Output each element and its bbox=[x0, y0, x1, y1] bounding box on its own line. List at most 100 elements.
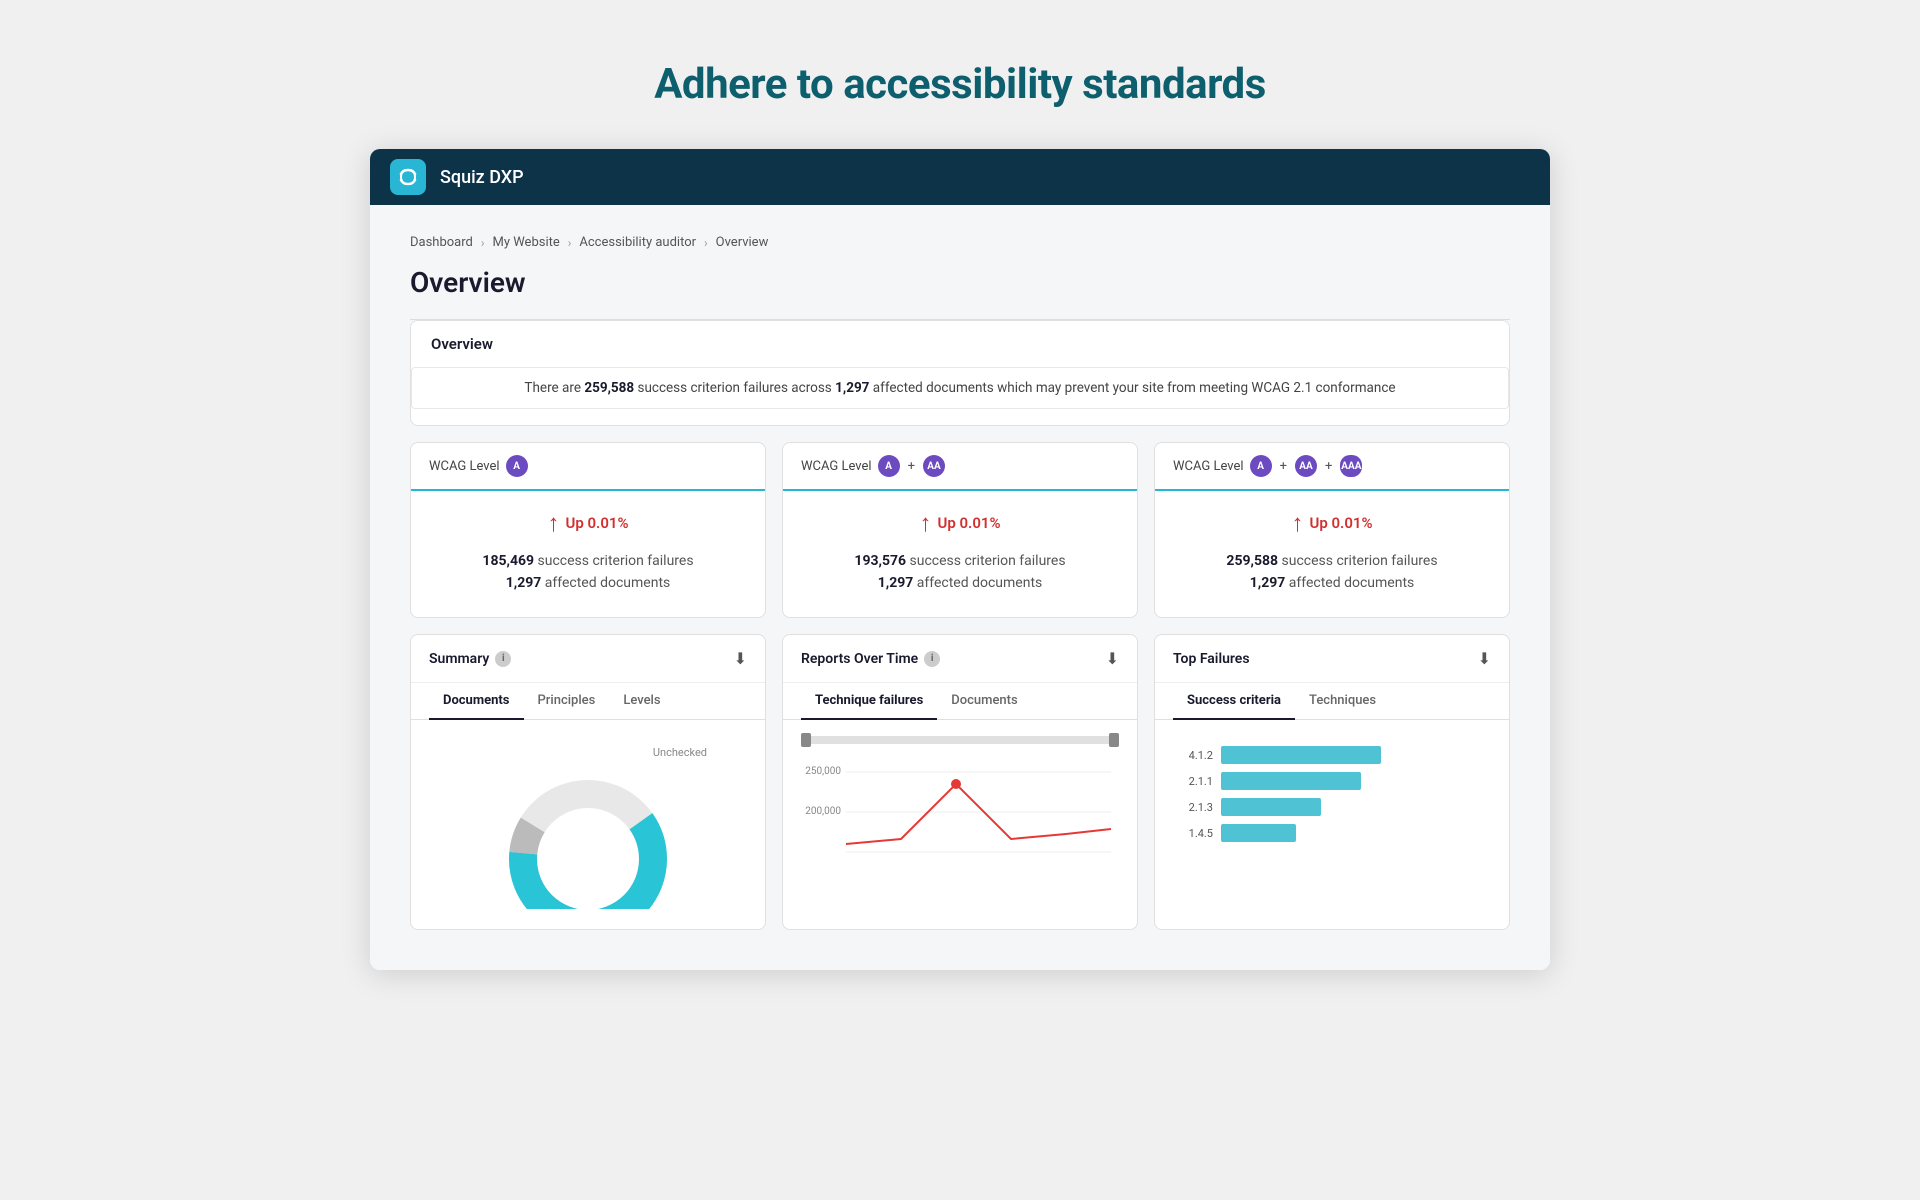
stat-docs-1: 1,297 affected documents bbox=[429, 575, 747, 591]
wcag-card-aaa-header: WCAG Level A + AA + AAA bbox=[1155, 443, 1509, 491]
reports-card: Reports Over Time i ⬇ Technique failures… bbox=[782, 634, 1138, 930]
summary-info-icon[interactable]: i bbox=[495, 651, 511, 667]
breadcrumb: Dashboard › My Website › Accessibility a… bbox=[410, 235, 1510, 250]
top-failures-header: Top Failures ⬇ bbox=[1155, 635, 1509, 683]
wcag-card-a-body: ↑ Up 0.01% 185,469 success criterion fai… bbox=[411, 491, 765, 617]
change-text-2: Up 0.01% bbox=[937, 514, 1000, 532]
alert-docs: 1,297 bbox=[835, 380, 869, 396]
y-label-200k: 200,000 bbox=[805, 806, 841, 817]
reports-tab-technique[interactable]: Technique failures bbox=[801, 683, 937, 720]
top-failures-card: Top Failures ⬇ Success criteria Techniqu… bbox=[1154, 634, 1510, 930]
top-failures-tab-techniques[interactable]: Techniques bbox=[1295, 683, 1390, 720]
reports-info-icon[interactable]: i bbox=[924, 651, 940, 667]
wcag-label-2: WCAG Level bbox=[801, 459, 872, 474]
stat-failures-1: 185,469 success criterion failures bbox=[429, 553, 747, 569]
summary-tab-levels[interactable]: Levels bbox=[609, 683, 674, 720]
wcag-card-aaa-body: ↑ Up 0.01% 259,588 success criterion fai… bbox=[1155, 491, 1509, 617]
reports-download-icon[interactable]: ⬇ bbox=[1106, 649, 1119, 668]
breadcrumb-dashboard[interactable]: Dashboard bbox=[410, 235, 473, 250]
summary-card-header: Summary i ⬇ bbox=[411, 635, 765, 683]
bar-label-3: 2.1.3 bbox=[1173, 801, 1213, 814]
reports-tab-bar: Technique failures Documents bbox=[783, 683, 1137, 720]
app-topbar: Squiz DXP bbox=[370, 149, 1550, 205]
alert-text-before: There are bbox=[524, 380, 584, 396]
top-failures-body: 4.1.2 2.1.1 2.1.3 bbox=[1155, 720, 1509, 866]
bar-fill-1 bbox=[1221, 746, 1381, 764]
top-failures-tab-criteria[interactable]: Success criteria bbox=[1173, 683, 1295, 720]
summary-tab-principles[interactable]: Principles bbox=[524, 683, 610, 720]
summary-download-icon[interactable]: ⬇ bbox=[734, 649, 747, 668]
wcag-card-a: WCAG Level A ↑ Up 0.01% 185,469 success … bbox=[410, 442, 766, 618]
bar-label-4: 1.4.5 bbox=[1173, 827, 1213, 840]
stat-docs-2: 1,297 affected documents bbox=[801, 575, 1119, 591]
alert-text-end: affected documents which may prevent you… bbox=[869, 380, 1395, 396]
hero-title: Adhere to accessibility standards bbox=[654, 0, 1266, 149]
stat-docs-3: 1,297 affected documents bbox=[1173, 575, 1491, 591]
wcag-card-a-header: WCAG Level A bbox=[411, 443, 765, 491]
badge-aaa-3: AAA bbox=[1340, 455, 1362, 477]
plus-sep-2: + bbox=[908, 459, 915, 474]
breadcrumb-sep-3: › bbox=[704, 236, 708, 250]
bar-row-1: 4.1.2 bbox=[1173, 746, 1491, 764]
wcag-card-aa: WCAG Level A + AA ↑ Up 0.01% 193,576 suc… bbox=[782, 442, 1138, 618]
main-content: Dashboard › My Website › Accessibility a… bbox=[370, 205, 1550, 970]
bottom-grid: Summary i ⬇ Documents Principles Levels … bbox=[410, 634, 1510, 930]
top-failures-title-text: Top Failures bbox=[1173, 651, 1250, 667]
bar-fill-2 bbox=[1221, 772, 1361, 790]
bar-label-2: 2.1.1 bbox=[1173, 775, 1213, 788]
reports-title: Reports Over Time i bbox=[801, 651, 940, 667]
bar-row-2: 2.1.1 bbox=[1173, 772, 1491, 790]
browser-window: Squiz DXP Dashboard › My Website › Acces… bbox=[370, 149, 1550, 970]
badge-a-3: A bbox=[1250, 455, 1272, 477]
top-failures-title: Top Failures bbox=[1173, 651, 1250, 667]
bar-row-3: 2.1.3 bbox=[1173, 798, 1491, 816]
breadcrumb-my-website[interactable]: My Website bbox=[492, 235, 559, 250]
overview-card-header: Overview bbox=[411, 321, 1509, 367]
summary-body: Unchecked bbox=[411, 720, 765, 929]
breadcrumb-sep-1: › bbox=[481, 236, 485, 250]
breadcrumb-accessibility-auditor[interactable]: Accessibility auditor bbox=[579, 235, 696, 250]
summary-title: Summary i bbox=[429, 651, 511, 667]
overview-card: Overview There are 259,588 success crite… bbox=[410, 320, 1510, 426]
page-title: Overview bbox=[410, 266, 1510, 299]
arrow-up-icon-1: ↑ bbox=[547, 511, 559, 535]
arrow-up-icon-2: ↑ bbox=[919, 511, 931, 535]
change-indicator-2: ↑ Up 0.01% bbox=[801, 511, 1119, 535]
line-chart: 250,000 200,000 bbox=[801, 754, 1121, 894]
summary-tab-documents[interactable]: Documents bbox=[429, 683, 524, 720]
alert-text-mid: success criterion failures across bbox=[634, 380, 835, 396]
top-failures-download-icon[interactable]: ⬇ bbox=[1478, 649, 1491, 668]
bar-fill-3 bbox=[1221, 798, 1321, 816]
summary-card: Summary i ⬇ Documents Principles Levels … bbox=[410, 634, 766, 930]
breadcrumb-overview: Overview bbox=[716, 235, 769, 250]
alert-failures: 259,588 bbox=[584, 380, 634, 396]
wcag-card-aa-header: WCAG Level A + AA bbox=[783, 443, 1137, 491]
app-name: Squiz DXP bbox=[440, 167, 524, 188]
bar-chart-container: 4.1.2 2.1.1 2.1.3 bbox=[1173, 736, 1491, 842]
summary-tab-bar: Documents Principles Levels bbox=[411, 683, 765, 720]
wcag-label-3: WCAG Level bbox=[1173, 459, 1244, 474]
stat-failures-3: 259,588 success criterion failures bbox=[1173, 553, 1491, 569]
badge-aa-3: AA bbox=[1295, 455, 1317, 477]
wcag-grid: WCAG Level A ↑ Up 0.01% 185,469 success … bbox=[410, 442, 1510, 618]
alert-bar: There are 259,588 success criterion fail… bbox=[411, 367, 1509, 409]
reports-tab-documents[interactable]: Documents bbox=[937, 683, 1031, 720]
bar-row-4: 1.4.5 bbox=[1173, 824, 1491, 842]
bar-fill-4 bbox=[1221, 824, 1296, 842]
wcag-card-aaa: WCAG Level A + AA + AAA ↑ Up 0.01% 259,5… bbox=[1154, 442, 1510, 618]
donut-chart bbox=[488, 749, 688, 909]
change-text-3: Up 0.01% bbox=[1309, 514, 1372, 532]
bar-label-1: 4.1.2 bbox=[1173, 749, 1213, 762]
breadcrumb-sep-2: › bbox=[568, 236, 572, 250]
reports-title-text: Reports Over Time bbox=[801, 651, 918, 667]
reports-body: 250,000 200,000 bbox=[783, 720, 1137, 914]
change-indicator-3: ↑ Up 0.01% bbox=[1173, 511, 1491, 535]
stat-failures-2: 193,576 success criterion failures bbox=[801, 553, 1119, 569]
change-text-1: Up 0.01% bbox=[565, 514, 628, 532]
app-logo bbox=[390, 159, 426, 195]
badge-a-2: A bbox=[878, 455, 900, 477]
summary-title-text: Summary bbox=[429, 651, 489, 667]
badge-a-1: A bbox=[506, 455, 528, 477]
reports-card-header: Reports Over Time i ⬇ bbox=[783, 635, 1137, 683]
wcag-card-aa-body: ↑ Up 0.01% 193,576 success criterion fai… bbox=[783, 491, 1137, 617]
